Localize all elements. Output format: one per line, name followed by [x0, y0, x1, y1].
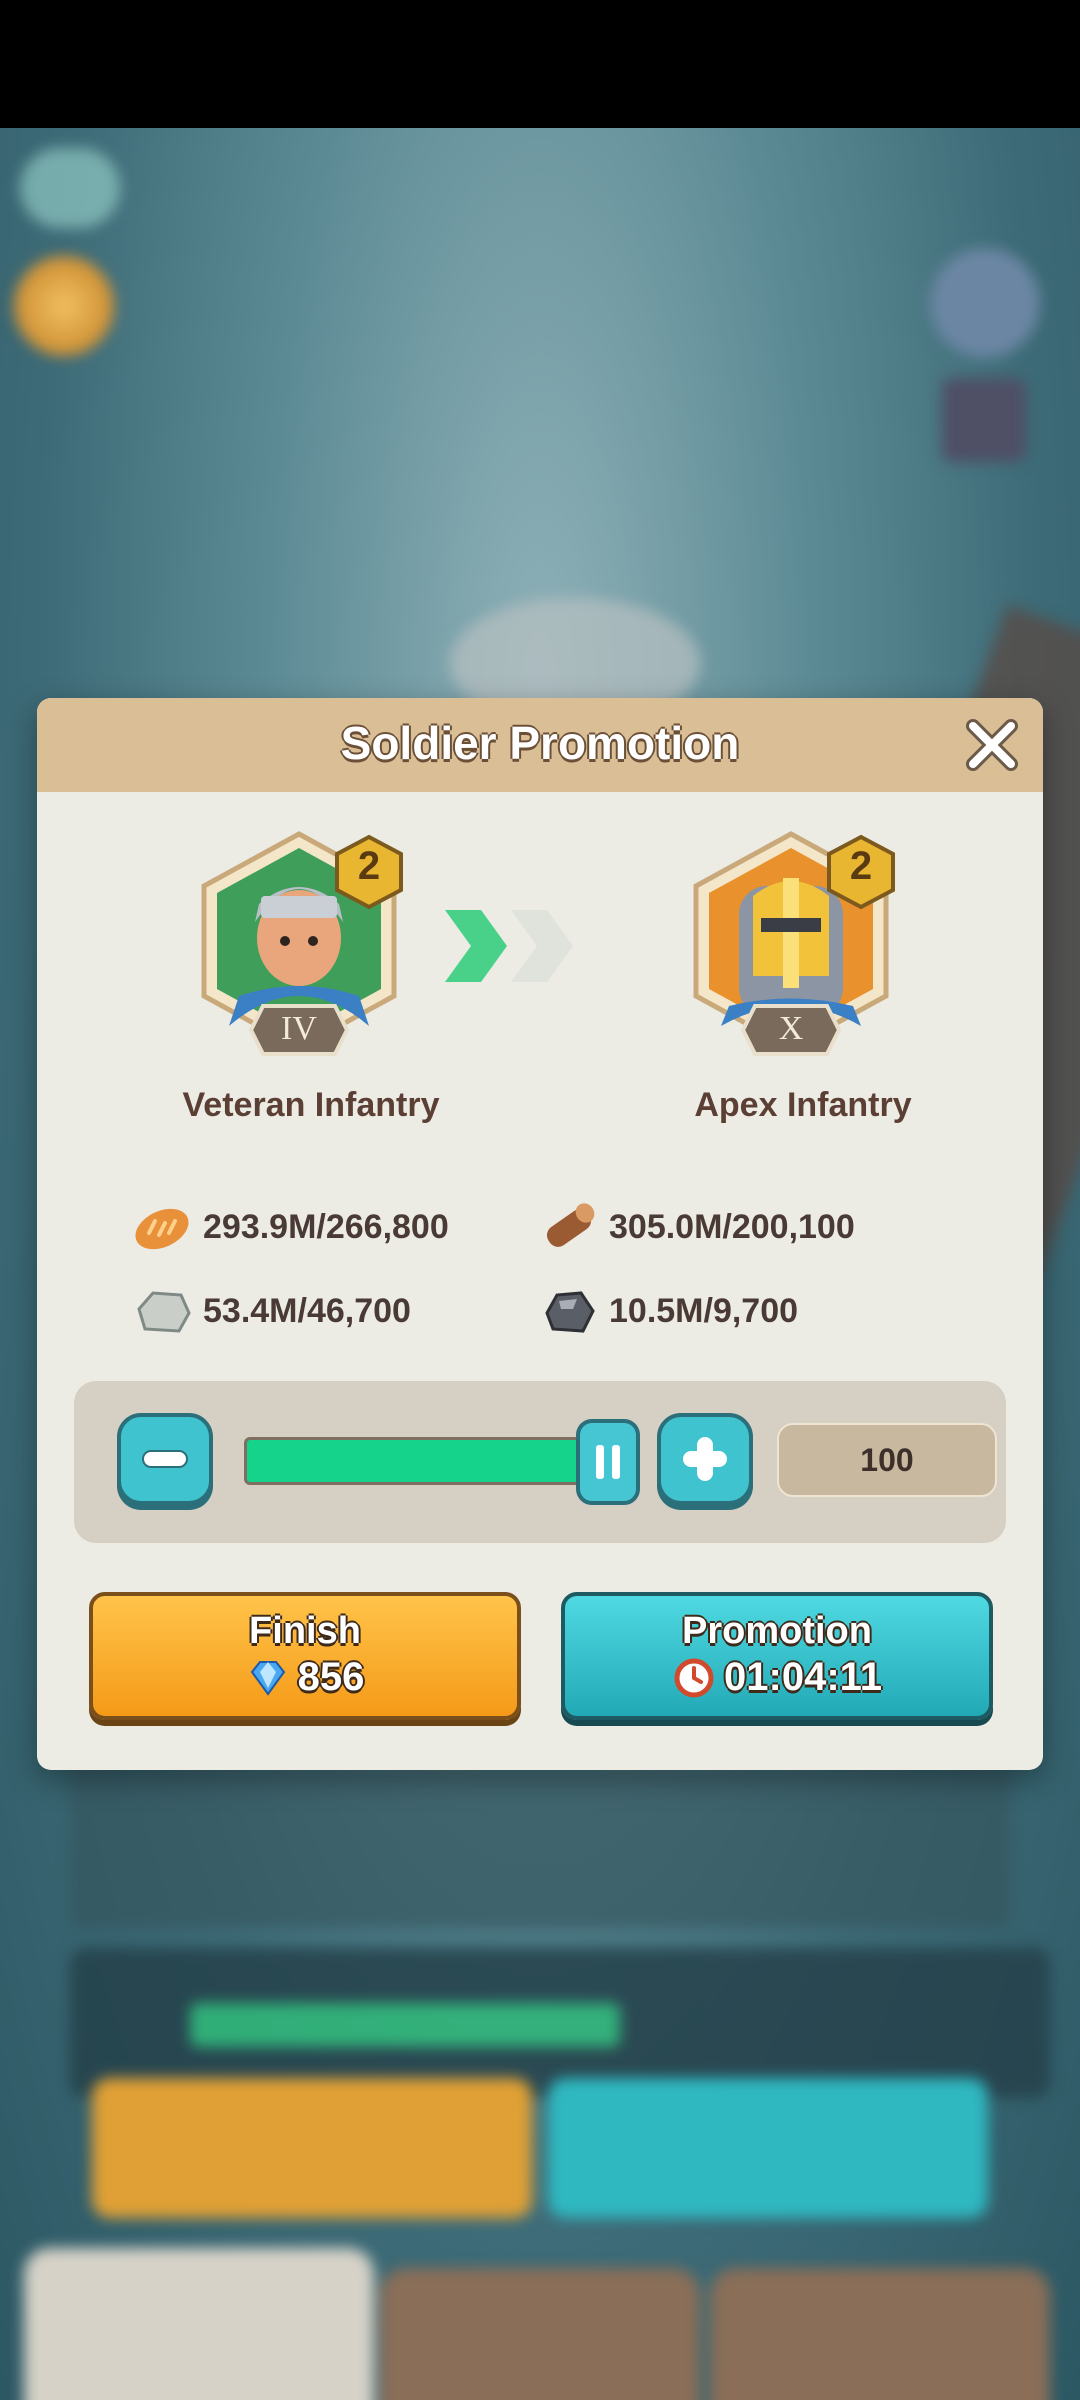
- resource-iron-amount: 10.5M/9,700: [609, 1291, 799, 1330]
- promotion-time: 01:04:11: [565, 1655, 989, 1700]
- finish-cost-value: 856: [297, 1655, 365, 1699]
- back-button-background: [20, 148, 120, 228]
- slider-background: [70, 1948, 1050, 2098]
- resource-food: 293.9M/266,800: [131, 1197, 449, 1257]
- plus-icon: [683, 1437, 727, 1481]
- finish-button[interactable]: Finish 856: [89, 1592, 521, 1720]
- iron-ore-icon: [545, 1291, 595, 1333]
- tab-background-3: [710, 2268, 1050, 2400]
- resource-rows-background: [70, 1768, 1010, 1928]
- unit-name-to: Apex Infantry: [694, 1086, 912, 1124]
- tab-background-1: [24, 2248, 374, 2400]
- pause-handle-icon: [596, 1445, 620, 1479]
- resource-wood: 305.0M/200,100: [537, 1197, 855, 1257]
- decrease-button[interactable]: [117, 1413, 213, 1505]
- unit-level-to: 2: [849, 844, 873, 888]
- stone-icon: [137, 1291, 191, 1333]
- unit-tier-from: IV: [281, 1010, 317, 1047]
- increase-button[interactable]: [657, 1413, 753, 1505]
- quantity-slider-panel: 100: [74, 1381, 1006, 1543]
- unit-name-from: Veteran Infantry: [182, 1086, 440, 1124]
- tab-background-2: [380, 2268, 700, 2400]
- unit-portrait-to: 2 X: [681, 826, 901, 1056]
- unit-level-from: 2: [357, 844, 381, 888]
- button-background-teal: [548, 2078, 988, 2218]
- minus-icon: [142, 1450, 188, 1468]
- quantity-slider-handle[interactable]: [576, 1419, 640, 1505]
- soldier-promotion-dialog: Soldier Promotion 2 IV 2 X Veteran Infan…: [37, 698, 1043, 1770]
- background-title: [300, 158, 780, 228]
- promotion-arrow-icon: [445, 910, 573, 982]
- dialog-header: Soldier Promotion: [37, 698, 1043, 792]
- info-icon-background: [942, 378, 1026, 462]
- status-bar: [0, 0, 1080, 128]
- unit-portrait-from: 2 IV: [189, 826, 409, 1056]
- unit-tier-to: X: [778, 1010, 804, 1047]
- bread-icon: [135, 1208, 189, 1250]
- quantity-slider-track[interactable]: [244, 1437, 584, 1485]
- finish-cost: 856: [93, 1655, 517, 1700]
- dialog-title: Soldier Promotion: [340, 717, 740, 769]
- gem-icon: [250, 1660, 285, 1696]
- finish-button-label: Finish: [249, 1610, 361, 1652]
- promotion-button[interactable]: Promotion 01:04:11: [561, 1592, 993, 1720]
- resource-food-amount: 293.9M/266,800: [203, 1207, 449, 1246]
- resource-iron: 10.5M/9,700: [537, 1281, 798, 1341]
- coin-icon-background: [14, 256, 114, 356]
- wood-log-icon: [546, 1203, 595, 1247]
- resource-stone-amount: 53.4M/46,700: [203, 1291, 411, 1330]
- close-icon[interactable]: [963, 716, 1021, 774]
- promotion-time-value: 01:04:11: [724, 1655, 882, 1699]
- resource-wood-amount: 305.0M/200,100: [609, 1207, 855, 1246]
- quantity-input[interactable]: 100: [777, 1423, 997, 1497]
- avatar-background: [930, 248, 1040, 358]
- clock-icon: [674, 1658, 714, 1697]
- button-background-orange: [92, 2078, 532, 2218]
- resource-stone: 53.4M/46,700: [131, 1281, 411, 1341]
- promotion-button-label: Promotion: [682, 1610, 872, 1652]
